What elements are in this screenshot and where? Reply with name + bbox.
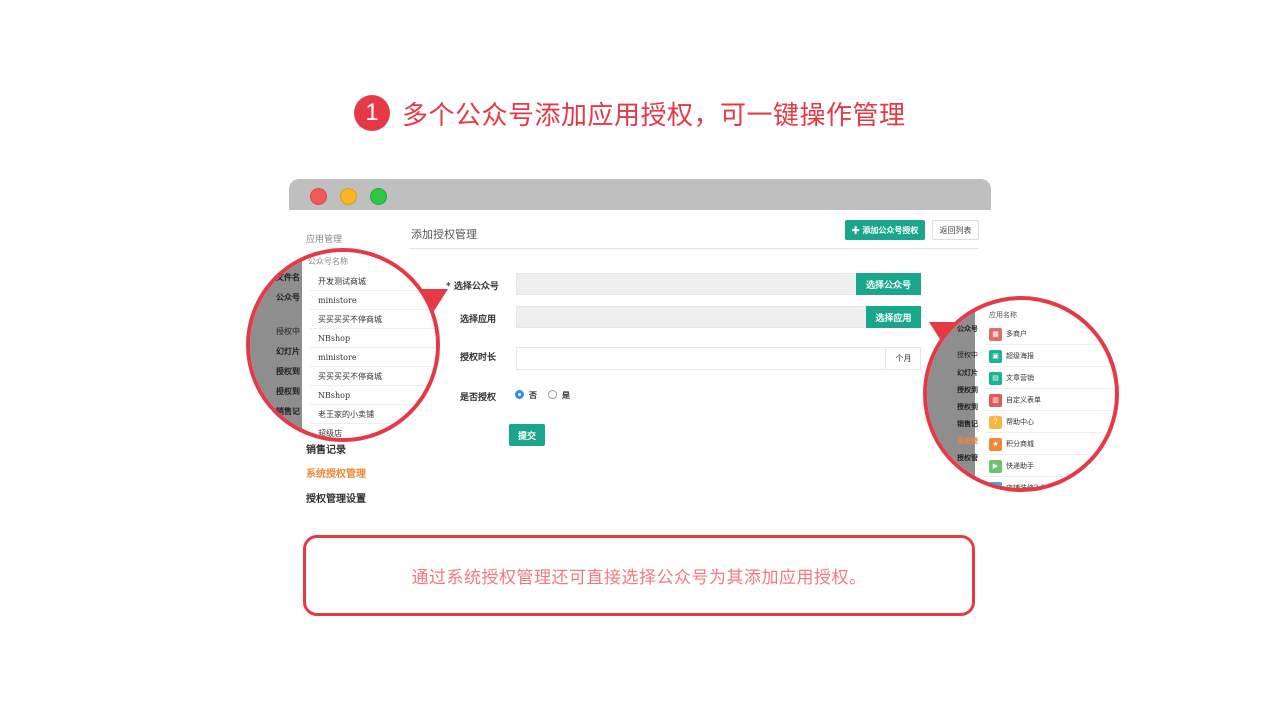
app-name: 多商户 [1006,330,1027,338]
account-list-header: 公众号名称 [308,257,348,266]
app-input[interactable] [516,306,867,328]
title-divider [409,248,979,249]
shade-label: 授权到 [276,386,300,396]
shade-label: 幻灯片 [276,346,300,356]
shade-label: 授权中 [276,327,300,336]
list-item[interactable]: ▥ 自定义表单 [985,390,1115,411]
form-icon: ▥ [989,393,1002,407]
list-item[interactable]: ▦ 多商户 [985,324,1115,345]
list-item[interactable]: ministore [310,291,436,310]
list-item[interactable]: ▤ 文章营销 [985,368,1115,389]
article-icon: ▤ [989,371,1002,385]
list-item[interactable]: 老王家的小卖铺 [310,405,436,424]
auth-label: 是否授权 [460,393,497,403]
shade-label: 公众号 [276,292,300,302]
shade-label: 授权到 [957,402,978,411]
shade-label: 销售记 [276,406,300,416]
sidebar-item-auth-settings[interactable]: 授权管理设置 [306,490,366,505]
shade-label: 幻灯片 [957,368,978,377]
list-item[interactable]: ★ 积分商城 [985,434,1115,455]
shade-label: 授权到 [276,366,300,376]
help-icon: ? [989,415,1002,429]
app-name: 文章营销 [1006,374,1034,382]
headline: 1 多个公众号添加应用授权，可一键操作管理 [354,94,906,132]
list-item[interactable]: NBshop [310,386,436,405]
close-window-icon[interactable] [310,188,327,205]
step-number-badge: 1 [354,95,390,131]
sidebar-item-sales-records[interactable]: 销售记录 [306,441,346,456]
app-list-header: 应用名称 [989,311,1017,319]
shade-label: 文件名 [276,272,300,282]
page-title: 添加授权管理 [411,228,477,241]
duration-label: 授权时长 [460,353,497,363]
list-item[interactable]: ▶ 快递助手 [985,456,1115,477]
shade-label: 销售记 [957,419,978,428]
list-item[interactable]: ◆ 店铺装修2.0 [985,478,1115,492]
account-list-magnifier: 文件名 公众号 授权中 幻灯片 授权到 授权到 销售记 公众号名称 开发测试商城… [246,248,440,442]
points-icon: ★ [989,437,1002,451]
list-item[interactable]: ▣ 超级海报 [985,346,1115,367]
minimize-window-icon[interactable] [340,188,357,205]
app-name: 快递助手 [1006,462,1034,470]
list-item[interactable]: NBshop [310,329,436,348]
add-account-auth-button[interactable]: ✚ 添加公众号授权 [845,220,925,240]
delivery-icon: ▶ [989,459,1002,473]
shade-label: 授权中 [957,351,978,359]
app-name: 积分商城 [1006,440,1034,448]
app-label: 选择应用 [460,315,497,325]
duration-unit: 个月 [885,347,921,370]
list-item[interactable]: 买买买买不停商城 [310,367,436,386]
shade-label: 授权管 [957,453,978,462]
caption-box: 通过系统授权管理还可直接选择公众号为其添加应用授权。 [303,535,975,616]
app-name: 帮助中心 [1006,418,1034,426]
list-item[interactable]: 买买买买不停商城 [310,310,436,329]
poster-icon: ▣ [989,349,1002,363]
list-item[interactable]: 开发测试商城 [310,272,436,291]
maximize-window-icon[interactable] [370,188,387,205]
select-app-button[interactable]: 选择应用 [866,306,921,328]
list-item[interactable]: ? 帮助中心 [985,412,1115,433]
radio-no[interactable] [515,390,524,399]
radio-yes-label: 是 [562,390,570,400]
select-account-button[interactable]: 选择公众号 [856,273,921,295]
shade-label: 授权到 [957,385,978,394]
radio-no-label: 否 [529,390,537,400]
caption-text: 通过系统授权管理还可直接选择公众号为其添加应用授权。 [411,568,867,588]
app-name: 店铺装修2.0 [1006,484,1046,492]
stall-icon: ▦ [989,327,1002,341]
duration-input[interactable] [516,347,921,370]
headline-text: 多个公众号添加应用授权，可一键操作管理 [402,100,906,131]
app-list-magnifier: 公众号 授权中 幻灯片 授权到 授权到 销售记 系统授 授权管 应用名称 ▦ 多… [923,296,1119,492]
account-label: * 选择公众号 [446,282,499,292]
window-titlebar [289,179,991,210]
account-input[interactable] [516,273,857,295]
submit-button[interactable]: 提交 [509,424,545,446]
shade-label-active: 系统授 [957,436,978,445]
list-item[interactable]: ministore [310,348,436,367]
app-name: 自定义表单 [1006,396,1041,404]
back-to-list-button[interactable]: 返回列表 [932,220,979,240]
app-name: 超级海报 [1006,352,1034,360]
shade-label: 公众号 [957,324,978,333]
radio-yes[interactable] [548,390,557,399]
sidebar-item-system-auth[interactable]: 系统授权管理 [306,465,366,480]
sidebar-title: 应用管理 [306,235,343,245]
